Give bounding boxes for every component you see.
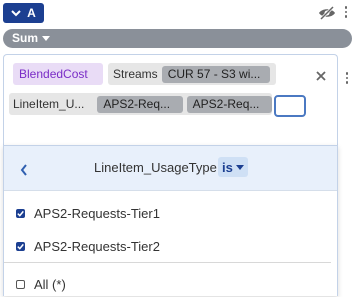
check-icon: [17, 243, 24, 250]
streams-chip[interactable]: Streams CUR 57 - S3 wi...: [108, 63, 276, 85]
chevron-down-icon: [11, 10, 21, 17]
checkbox-checked[interactable]: [16, 241, 25, 251]
usage-type-value-2[interactable]: APS2-Req...: [186, 95, 272, 113]
usage-type-value-1[interactable]: APS2-Req...: [97, 95, 183, 113]
series-label: A: [27, 6, 36, 20]
aggregation-bar[interactable]: Sum: [3, 29, 352, 48]
divider: [4, 262, 331, 263]
chevron-left-icon[interactable]: [20, 164, 28, 176]
streams-chip-value[interactable]: CUR 57 - S3 wi...: [161, 65, 270, 83]
checkbox-checked[interactable]: [16, 208, 25, 218]
filter-box: BlendedCost Streams CUR 57 - S3 wi... Li…: [3, 54, 338, 146]
operator-value: is: [222, 159, 233, 175]
option-label: APS2-Requests-Tier1: [34, 205, 160, 221]
usage-type-chip[interactable]: LineItem_U... APS2-Req... APS2-Req...: [9, 93, 272, 115]
option-label: All (*): [34, 276, 66, 292]
streams-chip-label: Streams: [113, 67, 158, 81]
check-icon: [17, 210, 24, 217]
dropdown-header: LineItem_UsageType is: [4, 146, 337, 191]
dropdown-option-all[interactable]: All (*): [4, 271, 337, 297]
caret-down-icon: [42, 36, 50, 41]
measure-chip-label: BlendedCost: [19, 67, 88, 81]
filter-value-input[interactable]: [274, 95, 306, 117]
eye-off-icon[interactable]: [318, 5, 336, 21]
dropdown-option[interactable]: APS2-Requests-Tier2: [4, 233, 337, 259]
dropdown-option[interactable]: APS2-Requests-Tier1: [4, 200, 337, 226]
series-button[interactable]: A: [3, 3, 44, 23]
checkbox-unchecked[interactable]: [16, 279, 25, 289]
kebab-menu-icon[interactable]: [340, 6, 352, 20]
filter-dropdown: LineItem_UsageType is APS2-Requests-Tier…: [3, 145, 338, 296]
caret-down-icon: [235, 165, 244, 170]
close-icon[interactable]: [315, 70, 327, 82]
dropdown-title: LineItem_UsageType: [94, 160, 217, 175]
aggregation-label: Sum: [12, 31, 39, 45]
option-label: APS2-Requests-Tier2: [34, 238, 160, 254]
measure-chip[interactable]: BlendedCost: [13, 63, 103, 85]
filter-menu-icon[interactable]: [341, 72, 353, 86]
operator-select[interactable]: is: [218, 157, 248, 177]
usage-type-chip-label: LineItem_U...: [13, 97, 85, 111]
